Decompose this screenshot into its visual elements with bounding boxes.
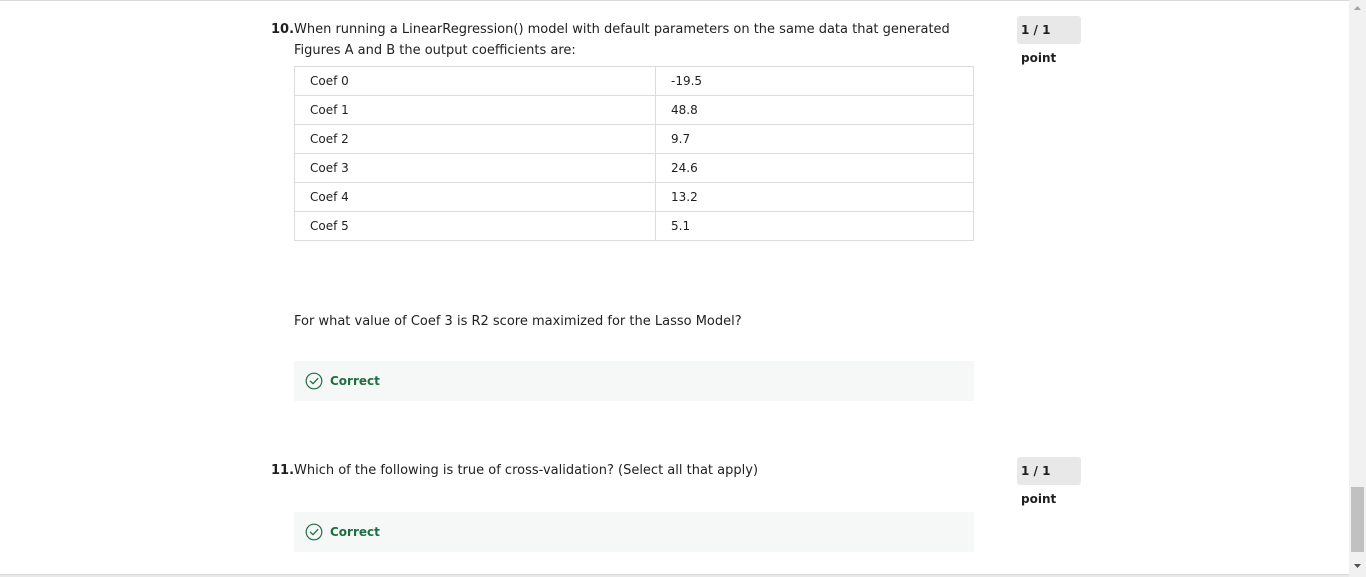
- sub-question-text: For what value of Coef 3 is R2 score max…: [294, 314, 742, 329]
- table-row: Coef 0 -19.5: [294, 66, 974, 96]
- coef-value-cell: 48.8: [655, 95, 974, 125]
- feedback-correct: Correct: [294, 361, 974, 401]
- coef-value-cell: 13.2: [655, 182, 974, 212]
- feedback-correct: Correct: [294, 512, 974, 552]
- quiz-page: 10. When running a LinearRegression() mo…: [0, 0, 1366, 577]
- coefficients-table: Coef 0 -19.5 Coef 1 48.8 Coef 2 9.7 Coef…: [294, 66, 974, 241]
- coef-name-cell: Coef 0: [294, 66, 656, 96]
- check-circle-icon: [305, 372, 323, 390]
- question-number: 11.: [271, 463, 295, 478]
- coef-value-cell: -19.5: [655, 66, 974, 96]
- question-text: Which of the following is true of cross-…: [294, 463, 759, 478]
- coef-name-cell: Coef 2: [294, 124, 656, 154]
- score-badge: 1 / 1 point: [1017, 457, 1081, 506]
- coef-value-cell: 24.6: [655, 153, 974, 183]
- table-row: Coef 2 9.7: [294, 124, 974, 154]
- table-row: Coef 1 48.8: [294, 95, 974, 125]
- feedback-label: Correct: [330, 525, 380, 539]
- triangle-up-icon[interactable]: [1349, 0, 1366, 17]
- question-number: 10.: [271, 22, 295, 37]
- coef-name-cell: Coef 3: [294, 153, 656, 183]
- top-divider: [0, 0, 1349, 1]
- check-circle-icon: [305, 523, 323, 541]
- coef-name-cell: Coef 4: [294, 182, 656, 212]
- coef-name-cell: Coef 1: [294, 95, 656, 125]
- table-row: Coef 3 24.6: [294, 153, 974, 183]
- question-text: When running a LinearRegression() model …: [294, 22, 950, 58]
- scrollbar-thumb[interactable]: [1351, 487, 1364, 552]
- feedback-label: Correct: [330, 374, 380, 388]
- triangle-down-icon[interactable]: [1349, 557, 1366, 574]
- vertical-scrollbar[interactable]: [1349, 0, 1366, 577]
- score-badge: 1 / 1 point: [1017, 16, 1081, 65]
- coef-name-cell: Coef 5: [294, 211, 656, 241]
- coef-value-cell: 5.1: [655, 211, 974, 241]
- table-row: Coef 4 13.2: [294, 182, 974, 212]
- coef-value-cell: 9.7: [655, 124, 974, 154]
- table-row: Coef 5 5.1: [294, 211, 974, 241]
